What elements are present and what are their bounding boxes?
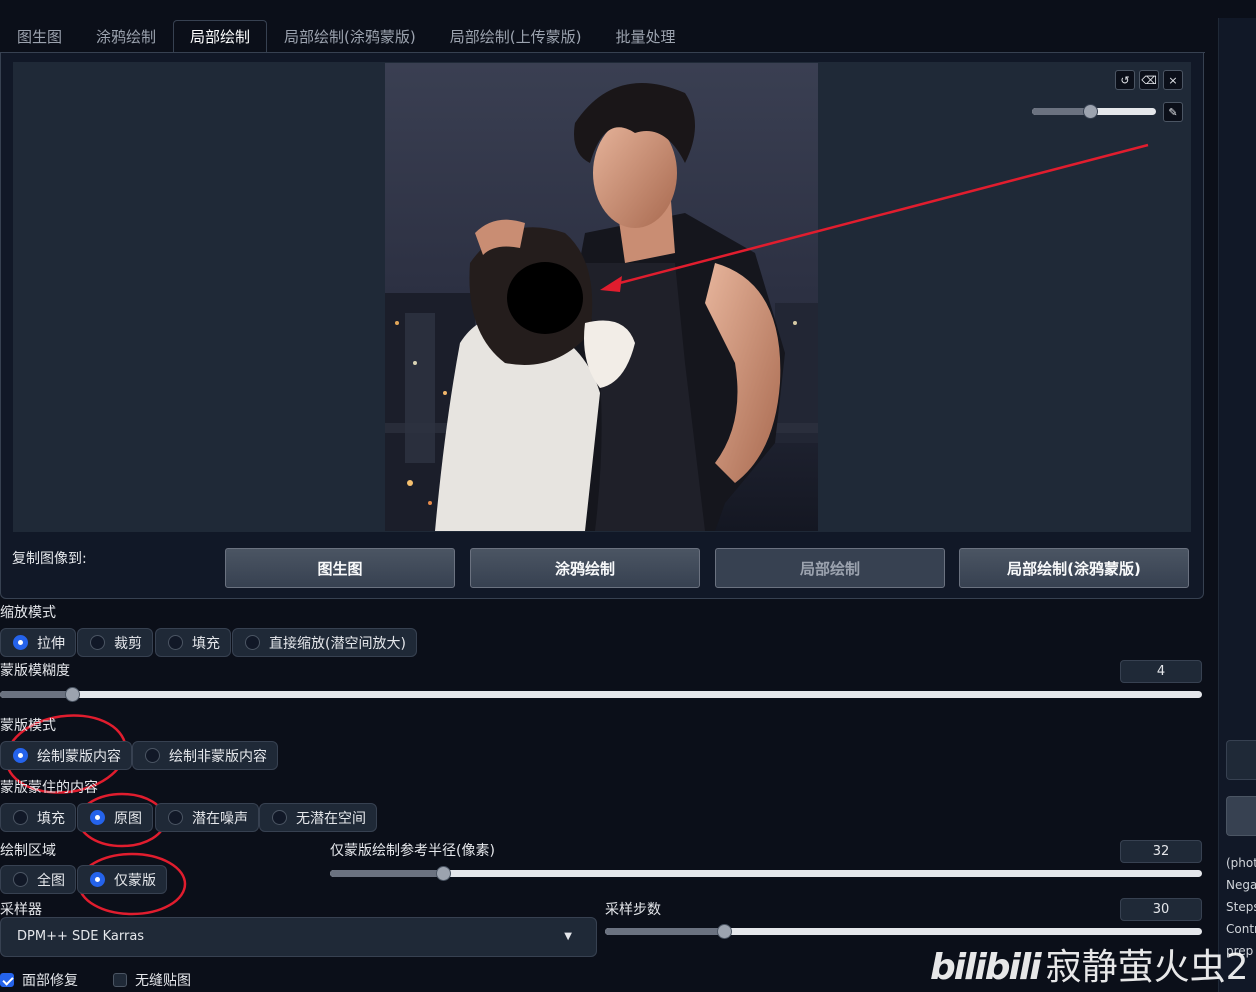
mask-blur-slider[interactable] xyxy=(0,687,1202,702)
masked-padding-label: 仅蒙版绘制参考半径(像素) xyxy=(330,843,495,859)
right-panel-text: Nega xyxy=(1226,878,1256,892)
steps-slider[interactable] xyxy=(605,924,1202,939)
steps-input[interactable]: 30 xyxy=(1120,898,1202,921)
right-panel-text: Steps xyxy=(1226,900,1256,914)
radio-label: 填充 xyxy=(192,635,220,652)
tiling-checkbox[interactable]: 无缝贴图 xyxy=(113,970,191,990)
masked-content-fill[interactable]: 填充 xyxy=(0,803,76,832)
radio-label: 原图 xyxy=(114,810,142,827)
mask-mode-label: 蒙版模式 xyxy=(0,718,56,734)
checkbox-box[interactable] xyxy=(113,973,127,987)
steps-label: 采样步数 xyxy=(605,902,661,918)
close-icon[interactable]: × xyxy=(1163,70,1183,90)
eraser-icon[interactable]: ⌫ xyxy=(1139,70,1159,90)
radio-label: 直接缩放(潜空间放大) xyxy=(269,635,406,652)
checkbox-label: 面部修复 xyxy=(22,973,78,989)
watermark: bilibili 寂静萤火虫2 xyxy=(930,938,1248,990)
right-panel-button-2[interactable] xyxy=(1226,796,1256,836)
masked-content-original[interactable]: 原图 xyxy=(77,803,153,832)
restore-faces-checkbox[interactable]: 面部修复 xyxy=(0,970,78,990)
right-panel-button[interactable] xyxy=(1226,740,1256,780)
inpaint-area-label: 绘制区域 xyxy=(0,843,56,859)
radio-label: 全图 xyxy=(37,872,65,889)
mask-mode-inpaint-masked[interactable]: 绘制蒙版内容 xyxy=(0,741,132,770)
radio-label: 绘制非蒙版内容 xyxy=(169,748,267,765)
radio-label: 无潜在空间 xyxy=(296,810,366,827)
watermark-text: 寂静萤火虫2 xyxy=(1045,947,1249,988)
checkbox-box[interactable] xyxy=(0,973,14,987)
radio-label: 裁剪 xyxy=(114,635,142,652)
sampler-value: DPM++ SDE Karras xyxy=(17,929,145,944)
brush-size-handle[interactable] xyxy=(1083,104,1098,119)
radio-label: 填充 xyxy=(37,810,65,827)
masked-padding-slider[interactable] xyxy=(330,866,1202,881)
mask-mode-inpaint-not-masked[interactable]: 绘制非蒙版内容 xyxy=(132,741,278,770)
slider-handle[interactable] xyxy=(65,687,80,702)
right-panel xyxy=(1218,18,1256,992)
slider-fill xyxy=(0,691,72,698)
slider-fill xyxy=(330,870,443,877)
resize-mode-label: 缩放模式 xyxy=(0,605,56,621)
chevron-down-icon: ▼ xyxy=(564,931,572,942)
resize-mode-fill[interactable]: 填充 xyxy=(155,628,231,657)
sampler-label: 采样器 xyxy=(0,902,42,918)
radio-label: 仅蒙版 xyxy=(114,872,156,889)
inpaint-area-only-masked[interactable]: 仅蒙版 xyxy=(77,865,167,894)
radio-label: 绘制蒙版内容 xyxy=(37,748,121,765)
masked-content-latent-nothing[interactable]: 无潜在空间 xyxy=(259,803,377,832)
masked-content-label: 蒙版蒙住的内容 xyxy=(0,780,98,796)
undo-icon[interactable]: ↺ xyxy=(1115,70,1135,90)
mask-blur-label: 蒙版模糊度 xyxy=(0,663,70,679)
right-panel-text: (phot xyxy=(1226,856,1256,870)
bilibili-logo: bilibili xyxy=(930,947,1042,988)
radio-label: 潜在噪声 xyxy=(192,810,248,827)
resize-mode-stretch[interactable]: 拉伸 xyxy=(0,628,76,657)
copy-to-sketch-button[interactable]: 涂鸦绘制 xyxy=(470,548,700,588)
inpaint-area-whole[interactable]: 全图 xyxy=(0,865,76,894)
resize-mode-latent-upscale[interactable]: 直接缩放(潜空间放大) xyxy=(232,628,417,657)
copy-to-inpaint-sketch-button[interactable]: 局部绘制(涂鸦蒙版) xyxy=(959,548,1189,588)
slider-handle[interactable] xyxy=(436,866,451,881)
checkbox-label: 无缝贴图 xyxy=(135,973,191,989)
slider-handle[interactable] xyxy=(717,924,732,939)
brush-size-fill xyxy=(1032,108,1090,115)
masked-content-latent-noise[interactable]: 潜在噪声 xyxy=(155,803,259,832)
mask-blur-input[interactable]: 4 xyxy=(1120,660,1202,683)
copy-image-label: 复制图像到: xyxy=(12,551,87,567)
resize-mode-crop[interactable]: 裁剪 xyxy=(77,628,153,657)
copy-to-inpaint-button[interactable]: 局部绘制 xyxy=(715,548,945,588)
slider-fill xyxy=(605,928,724,935)
copy-to-img2img-button[interactable]: 图生图 xyxy=(225,548,455,588)
annotation-overlay xyxy=(5,143,1149,916)
right-panel-text: Contr xyxy=(1226,922,1256,936)
sampler-select[interactable]: DPM++ SDE Karras ▼ xyxy=(0,917,597,957)
radio-label: 拉伸 xyxy=(37,635,65,652)
masked-padding-input[interactable]: 32 xyxy=(1120,840,1202,863)
brush-icon[interactable]: ✎ xyxy=(1163,102,1183,122)
